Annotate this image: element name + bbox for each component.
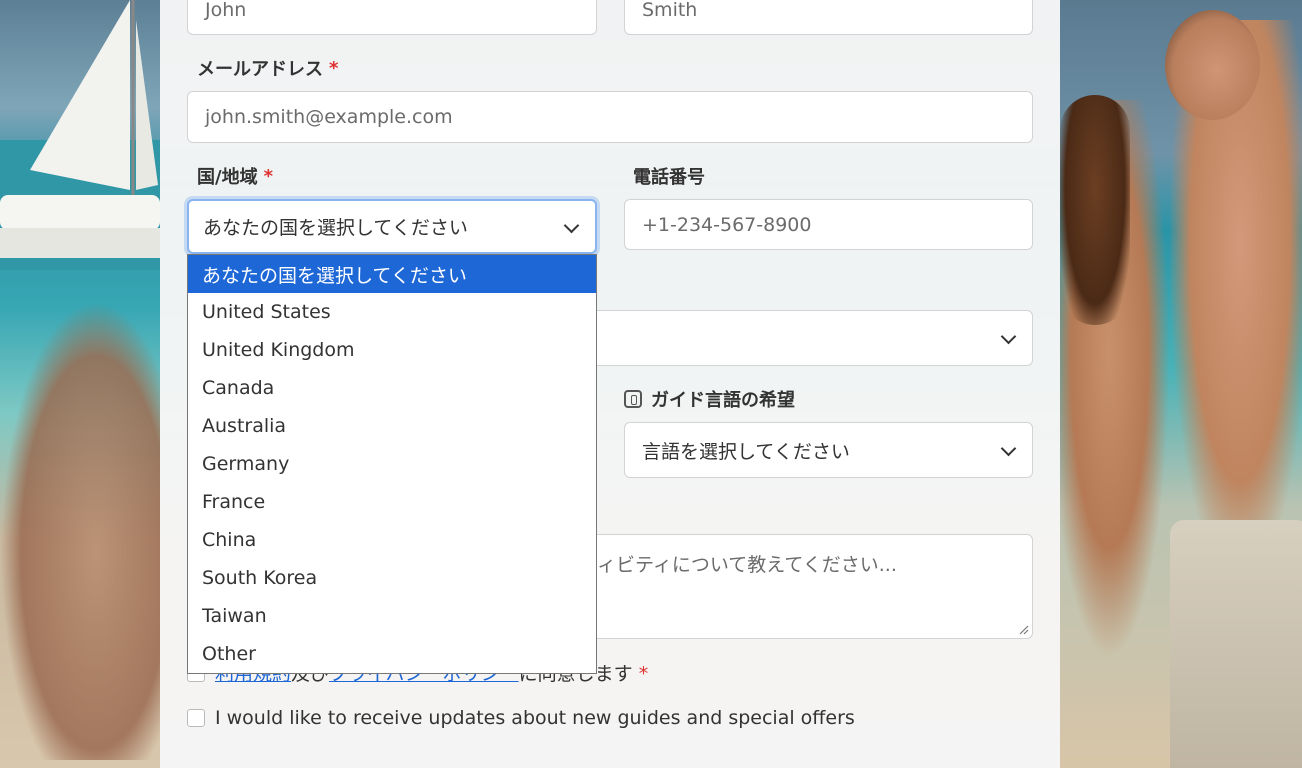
guide-language-selected-value: 言語を選択してください — [642, 440, 850, 463]
newsletter-label: I would like to receive updates about ne… — [215, 707, 855, 729]
chevron-down-icon — [563, 217, 580, 233]
phone-label-text: 電話番号 — [633, 167, 705, 188]
background-person-image — [0, 300, 160, 760]
email-input[interactable]: john.smith@example.com — [187, 91, 1033, 143]
country-option[interactable]: China — [188, 521, 596, 559]
chevron-down-icon — [1000, 440, 1017, 457]
country-option[interactable]: Other — [188, 635, 596, 673]
country-option[interactable]: United States — [188, 293, 596, 331]
email-required-mark: * — [329, 57, 339, 79]
background-beach-couple-image — [1060, 0, 1302, 768]
country-option[interactable]: Canada — [188, 369, 596, 407]
phone-label: 電話番号 — [633, 164, 705, 188]
guide-language-label-text: ガイド言語の希望 — [651, 390, 795, 411]
country-dropdown-list: あなたの国を選択してください United States United King… — [187, 254, 597, 674]
chevron-down-icon — [1000, 328, 1017, 345]
country-option[interactable]: France — [188, 483, 596, 521]
country-label-text: 国/地域 — [197, 167, 258, 188]
country-select[interactable]: あなたの国を選択してください — [187, 199, 597, 254]
first-name-value: John — [205, 0, 247, 21]
email-label: メールアドレス * — [197, 56, 339, 81]
newsletter-checkbox[interactable] — [187, 709, 205, 727]
country-required-mark: * — [263, 165, 273, 187]
background-sailboat-image — [0, 0, 160, 270]
message-placeholder: ィビティについて教えてください... — [597, 554, 897, 576]
phone-input[interactable]: +1-234-567-8900 — [624, 199, 1033, 250]
country-label: 国/地域 * — [197, 164, 273, 189]
country-option[interactable]: Australia — [188, 407, 596, 445]
email-placeholder: john.smith@example.com — [205, 106, 453, 128]
phone-placeholder: +1-234-567-8900 — [642, 213, 812, 236]
country-option[interactable]: Taiwan — [188, 597, 596, 635]
last-name-input[interactable]: Smith — [624, 0, 1033, 35]
email-label-text: メールアドレス — [197, 59, 323, 80]
newsletter-row: I would like to receive updates about ne… — [187, 707, 855, 729]
country-option[interactable]: あなたの国を選択してください — [188, 255, 596, 293]
country-option[interactable]: United Kingdom — [188, 331, 596, 369]
country-selected-value: あなたの国を選択してください — [203, 217, 468, 239]
resize-handle-icon[interactable] — [1019, 625, 1029, 635]
country-option[interactable]: Germany — [188, 445, 596, 483]
language-icon — [624, 390, 642, 408]
last-name-value: Smith — [642, 0, 698, 21]
first-name-input[interactable]: John — [187, 0, 597, 35]
guide-language-select[interactable]: 言語を選択してください — [624, 422, 1033, 478]
terms-required-mark: * — [638, 663, 649, 685]
guide-language-label: ガイド言語の希望 — [624, 387, 795, 411]
country-option[interactable]: South Korea — [188, 559, 596, 597]
